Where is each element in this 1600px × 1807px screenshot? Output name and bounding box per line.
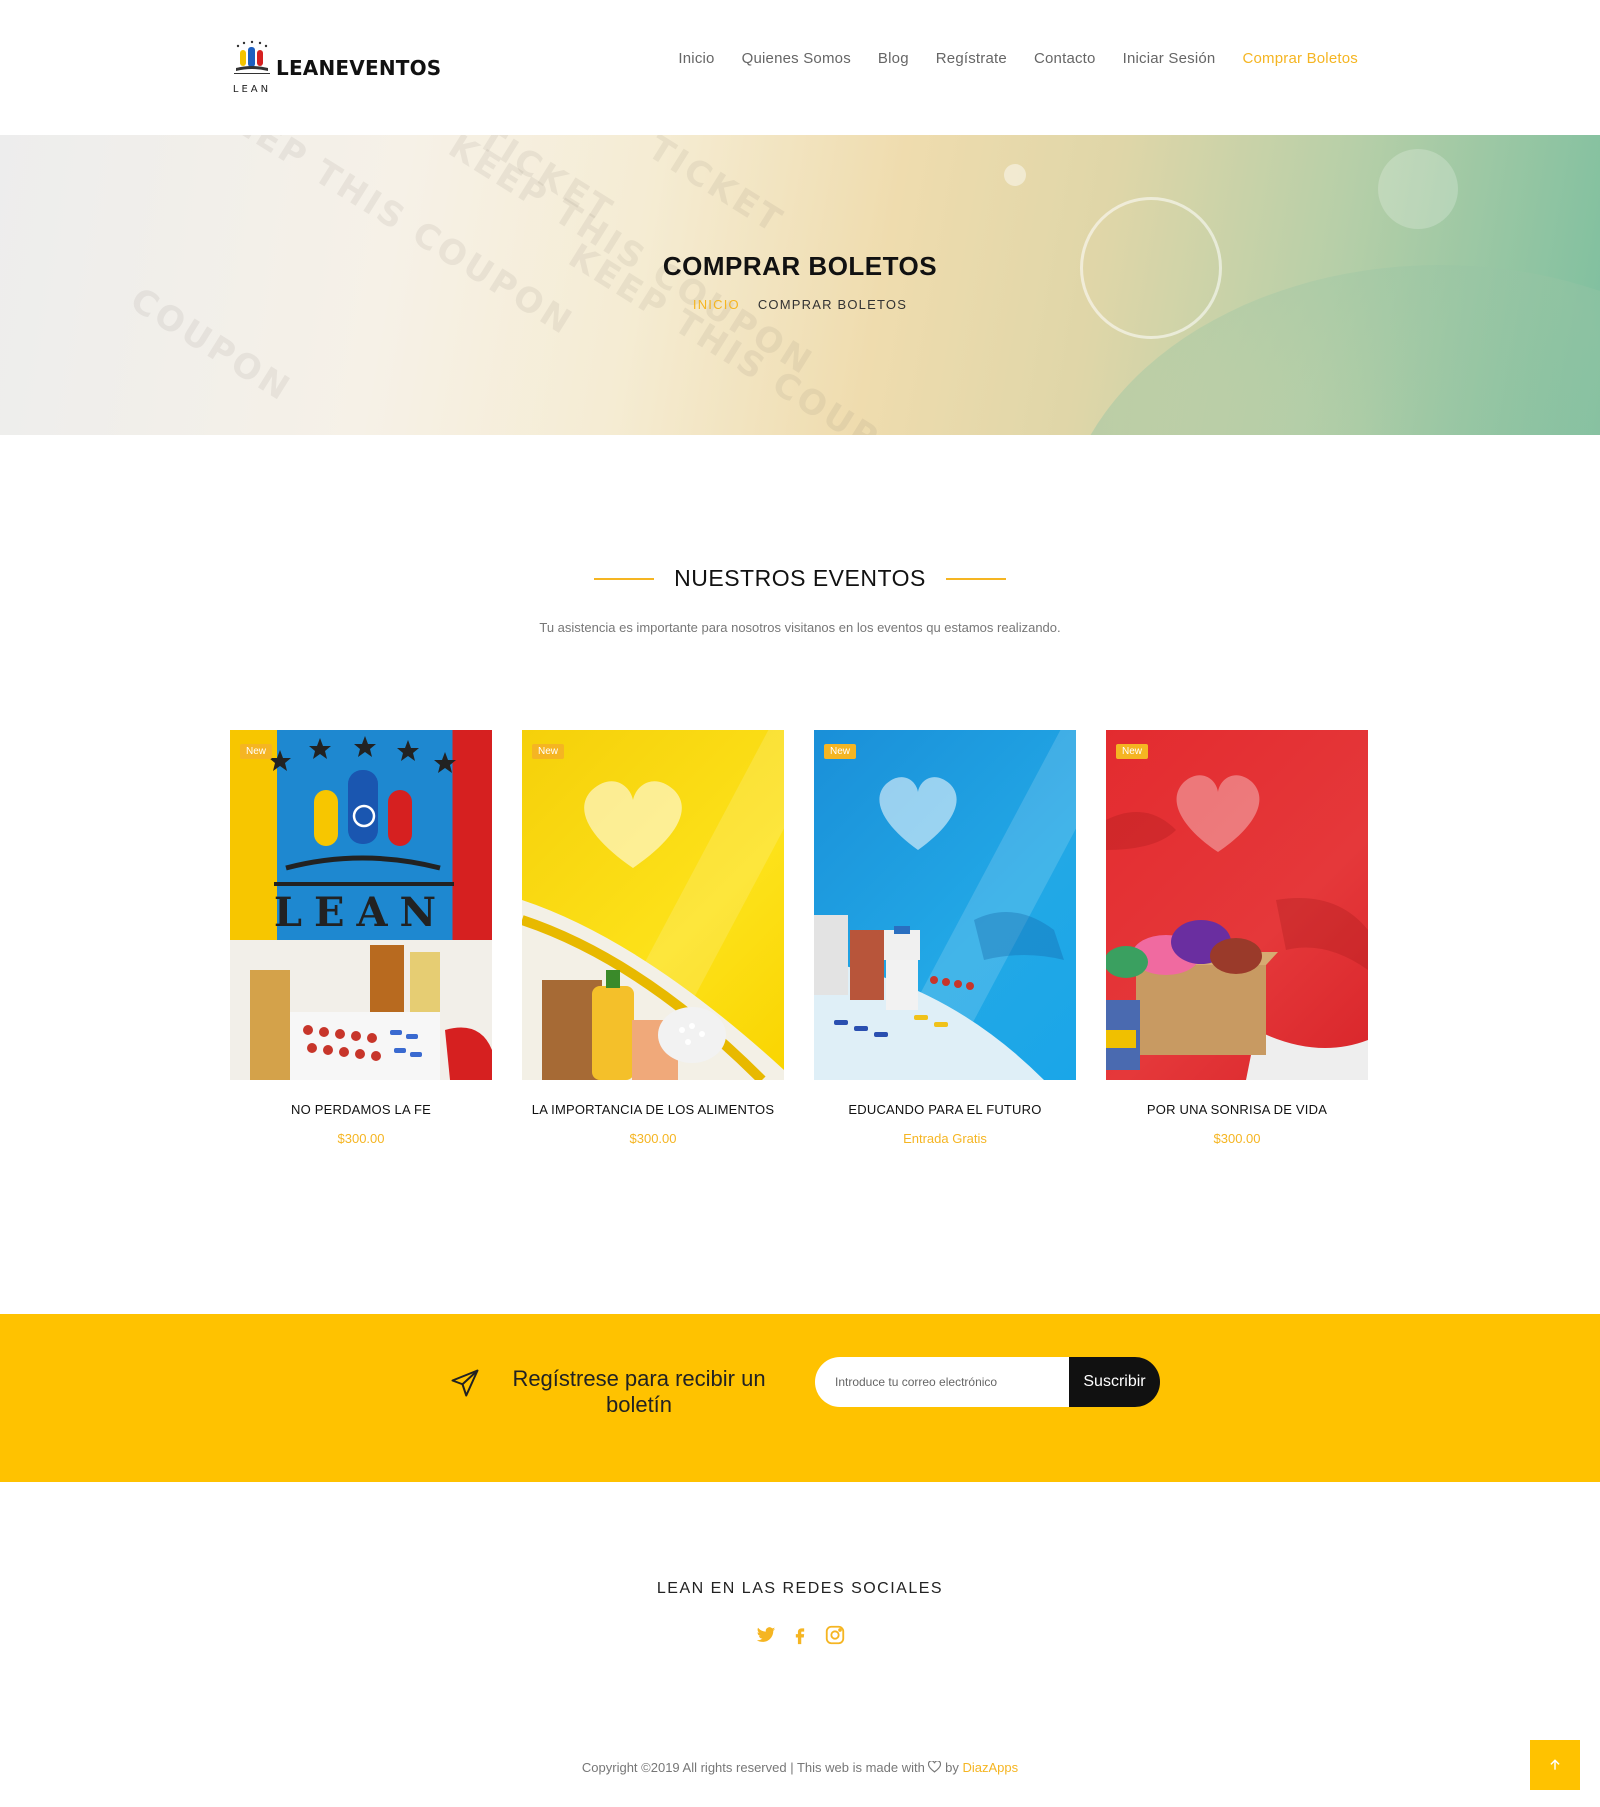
event-image[interactable]: New bbox=[1106, 730, 1368, 1080]
nav-item-quienes-somos[interactable]: Quienes Somos bbox=[742, 50, 851, 67]
newsletter-label: Regístrese para recibir un boletín bbox=[450, 1366, 780, 1418]
hero-watermark-decoration: TICKET bbox=[640, 135, 791, 243]
event-card[interactable]: New LEAN NO PERDAMOS LA FE $300.00 bbox=[230, 730, 492, 1146]
author-link[interactable]: DiazApps bbox=[962, 1760, 1018, 1775]
back-to-top-button[interactable] bbox=[1530, 1740, 1580, 1790]
event-price: Entrada Gratis bbox=[903, 1131, 987, 1146]
heart-icon bbox=[928, 1760, 945, 1775]
svg-text:LEAN: LEAN bbox=[233, 84, 271, 95]
events-grid: New LEAN NO PERDAMOS LA FE $300.00 New L… bbox=[230, 730, 1368, 1146]
event-image[interactable]: New LEAN bbox=[230, 730, 492, 1080]
hero-dot-decoration bbox=[1004, 164, 1026, 186]
site-header: LEAN LEANEVENTOS Inicio Quienes Somos Bl… bbox=[0, 0, 1600, 135]
event-title[interactable]: NO PERDAMOS LA FE bbox=[230, 1102, 492, 1117]
event-title[interactable]: POR UNA SONRISA DE VIDA bbox=[1106, 1102, 1368, 1117]
breadcrumb-home-link[interactable]: INICIO bbox=[693, 297, 740, 312]
nav-item-iniciar-sesion[interactable]: Iniciar Sesión bbox=[1123, 50, 1216, 67]
new-badge: New bbox=[532, 744, 565, 759]
twitter-icon[interactable] bbox=[756, 1624, 776, 1646]
event-card[interactable]: New LA IMPORTANCIA DE LOS ALIMENTOS $300… bbox=[522, 730, 784, 1146]
event-image[interactable]: New bbox=[522, 730, 784, 1080]
event-title[interactable]: LA IMPORTANCIA DE LOS ALIMENTOS bbox=[522, 1102, 784, 1117]
event-image-art: LEAN bbox=[230, 736, 492, 1080]
paper-plane-icon bbox=[450, 1368, 480, 1398]
nav-item-comprar-boletos[interactable]: Comprar Boletos bbox=[1242, 50, 1358, 67]
newsletter-text: Regístrese para recibir un boletín bbox=[512, 1366, 766, 1417]
instagram-icon[interactable] bbox=[824, 1624, 845, 1646]
event-title[interactable]: EDUCANDO PARA EL FUTURO bbox=[814, 1102, 1076, 1117]
new-badge: New bbox=[824, 744, 857, 759]
nav-item-blog[interactable]: Blog bbox=[878, 50, 909, 67]
site-logo[interactable]: LEAN LEANEVENTOS bbox=[230, 40, 441, 96]
event-price: $300.00 bbox=[629, 1131, 677, 1146]
newsletter-form: Suscribir bbox=[815, 1357, 1160, 1407]
email-field[interactable] bbox=[815, 1357, 1069, 1407]
copyright-text: Copyright ©2019 All rights reserved | Th… bbox=[581, 1760, 925, 1775]
svg-text:LEAN: LEAN bbox=[274, 889, 448, 936]
page-hero: KEEP THIS COUPON KEEP THIS COUPON TICKET… bbox=[0, 135, 1600, 435]
event-image-art bbox=[522, 781, 784, 1080]
nav-item-contacto[interactable]: Contacto bbox=[1034, 50, 1096, 67]
newsletter-section: Regístrese para recibir un boletín Suscr… bbox=[0, 1314, 1600, 1482]
hero-dot-decoration bbox=[1378, 149, 1458, 229]
copyright: Copyright ©2019 All rights reserved | Th… bbox=[0, 1760, 1600, 1775]
events-section-subtitle: Tu asistencia es importante para nosotro… bbox=[539, 620, 1061, 635]
event-card[interactable]: New EDUCANDO PARA EL FUTURO Entrada Grat… bbox=[814, 730, 1076, 1146]
events-section-header: NUESTROS EVENTOS bbox=[0, 565, 1600, 592]
logo-text: LEANEVENTOS bbox=[276, 56, 442, 80]
main-nav: Inicio Quienes Somos Blog Regístrate Con… bbox=[678, 50, 1358, 67]
social-title: LEAN EN LAS REDES SOCIALES bbox=[656, 1580, 944, 1597]
event-price: $300.00 bbox=[1213, 1131, 1261, 1146]
new-badge: New bbox=[240, 744, 273, 759]
new-badge: New bbox=[1116, 744, 1149, 759]
nav-item-inicio[interactable]: Inicio bbox=[678, 50, 714, 67]
page-title: COMPRAR BOLETOS bbox=[662, 251, 938, 281]
event-image-art bbox=[814, 777, 1064, 1080]
social-links bbox=[0, 1624, 1600, 1646]
arrow-up-icon bbox=[1550, 1759, 1560, 1770]
nav-item-registrate[interactable]: Regístrate bbox=[936, 50, 1007, 67]
event-card[interactable]: New POR UNA SONRISA DE VIDA $300.00 bbox=[1106, 730, 1368, 1146]
title-divider bbox=[945, 577, 1006, 580]
lean-logo-icon: LEAN bbox=[230, 40, 274, 96]
events-section-title: NUESTROS EVENTOS bbox=[674, 565, 926, 591]
event-price: $300.00 bbox=[337, 1131, 385, 1146]
event-image-art bbox=[1106, 775, 1368, 1080]
copyright-by: by bbox=[945, 1760, 959, 1775]
event-image[interactable]: New bbox=[814, 730, 1076, 1080]
title-divider bbox=[594, 577, 655, 580]
facebook-icon[interactable] bbox=[790, 1624, 810, 1646]
breadcrumb: INICIO COMPRAR BOLETOS bbox=[0, 297, 1600, 312]
breadcrumb-current: COMPRAR BOLETOS bbox=[757, 297, 908, 312]
subscribe-button[interactable]: Suscribir bbox=[1069, 1357, 1160, 1407]
